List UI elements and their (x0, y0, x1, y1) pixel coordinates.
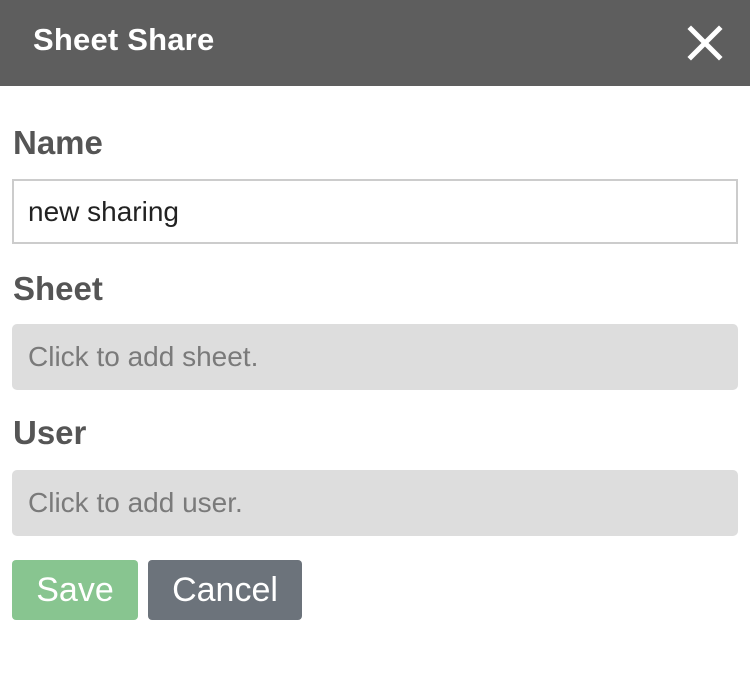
dialog-header: Sheet Share (0, 0, 750, 86)
sheet-share-dialog: Sheet Share Name Sheet Click to add shee… (0, 0, 750, 682)
cancel-button[interactable]: Cancel (148, 560, 302, 620)
name-label: Name (13, 124, 103, 161)
name-input[interactable] (12, 179, 738, 244)
dialog-title: Sheet Share (33, 22, 215, 57)
close-button[interactable] (684, 22, 726, 64)
save-button[interactable]: Save (12, 560, 138, 620)
sheet-label: Sheet (13, 270, 103, 307)
user-label: User (13, 414, 87, 451)
user-picker[interactable]: Click to add user. (12, 470, 738, 536)
close-icon (684, 22, 726, 64)
sheet-picker[interactable]: Click to add sheet. (12, 324, 738, 390)
